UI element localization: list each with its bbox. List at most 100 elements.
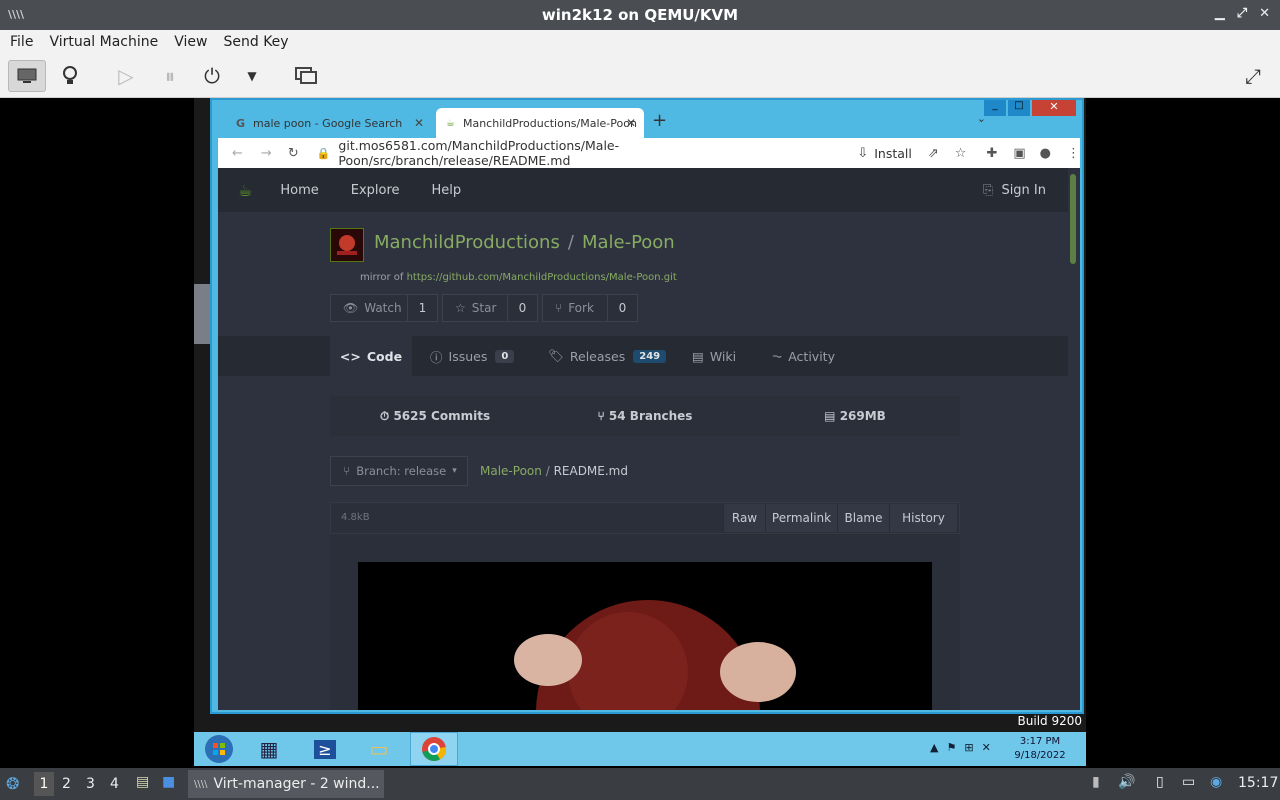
history-button[interactable]: History bbox=[889, 504, 957, 532]
tab-code[interactable]: <> Code bbox=[330, 336, 412, 376]
powershell-button[interactable]: ≥ bbox=[304, 732, 346, 766]
watch-button[interactable]: 👁 Watch 1 bbox=[330, 294, 438, 322]
screen-icon[interactable]: ▭ bbox=[1182, 774, 1195, 790]
tab-wiki[interactable]: ▤ Wiki bbox=[692, 336, 736, 376]
nav-signin[interactable]: Sign In bbox=[1001, 183, 1046, 198]
permalink-button[interactable]: Permalink bbox=[765, 504, 837, 532]
shutdown-menu-button[interactable]: ▼ bbox=[238, 60, 266, 92]
back-icon[interactable]: ← bbox=[232, 146, 243, 161]
breadcrumb-repo[interactable]: Male-Poon bbox=[480, 464, 542, 478]
profile-icon[interactable]: ● bbox=[1040, 146, 1051, 161]
tab-gitea[interactable]: ☕ ManchildProductions/Male-Poon ✕ bbox=[436, 108, 644, 138]
close-tab-icon[interactable]: ✕ bbox=[626, 116, 636, 130]
workspace-3[interactable]: 3 bbox=[86, 776, 95, 792]
shutdown-button[interactable]: ⏻ bbox=[196, 60, 228, 92]
tab-search-button[interactable]: ⌄ bbox=[977, 112, 986, 125]
tab-activity[interactable]: ⏦ Activity bbox=[772, 336, 835, 376]
terminal-launcher-icon[interactable]: ▤ bbox=[136, 774, 149, 790]
close-tab-icon[interactable]: ✕ bbox=[414, 116, 424, 130]
commits-label: 5625 Commits bbox=[393, 408, 491, 423]
tab-wiki-label: Wiki bbox=[709, 348, 737, 364]
bookmark-star-icon[interactable]: ☆ bbox=[955, 146, 967, 161]
snapshot-button[interactable] bbox=[290, 60, 322, 92]
blame-button[interactable]: Blame bbox=[837, 504, 889, 532]
maximize-icon[interactable]: ⤢ bbox=[1237, 6, 1247, 21]
fork-count: 0 bbox=[607, 295, 637, 321]
repo-owner-link[interactable]: ManchildProductions bbox=[374, 232, 560, 253]
close-icon[interactable]: ✕ bbox=[1032, 100, 1076, 116]
install-button[interactable]: Install bbox=[874, 146, 912, 161]
details-button[interactable] bbox=[54, 60, 86, 92]
clipboard-icon[interactable]: ▯ bbox=[1156, 774, 1164, 790]
tab-issues[interactable]: ⓘ Issues 0 bbox=[430, 336, 515, 376]
pause-button[interactable]: ⏸ bbox=[154, 60, 186, 92]
eye-slash-icon: 👁 bbox=[343, 301, 359, 315]
menu-file[interactable]: File bbox=[10, 34, 33, 50]
close-icon[interactable]: ✕ bbox=[1259, 6, 1270, 21]
file-size: 4.8kB bbox=[341, 512, 370, 523]
workspace-1[interactable]: 1 bbox=[34, 772, 54, 796]
workspace-4[interactable]: 4 bbox=[110, 776, 119, 792]
gitea-logo-icon[interactable]: ☕ bbox=[238, 181, 252, 200]
new-tab-button[interactable]: + bbox=[652, 110, 667, 131]
nav-home[interactable]: Home bbox=[280, 183, 318, 198]
server-manager-button[interactable]: ▦ bbox=[248, 732, 290, 766]
menu-kebab-icon[interactable]: ⋮ bbox=[1067, 146, 1080, 161]
minimize-icon[interactable]: ▁ bbox=[1215, 6, 1225, 21]
sidepanel-icon[interactable]: ▣ bbox=[1013, 146, 1025, 161]
workspace-2[interactable]: 2 bbox=[62, 776, 71, 792]
console-button[interactable] bbox=[8, 60, 46, 92]
star-button[interactable]: ☆ Star 0 bbox=[442, 294, 538, 322]
repo-name-link[interactable]: Male-Poon bbox=[582, 232, 675, 253]
history-icon: ⏱ bbox=[379, 408, 394, 423]
repo-avatar bbox=[330, 228, 364, 262]
tray-expand-icon[interactable]: ▲ bbox=[930, 741, 938, 754]
flag-icon[interactable]: ⚑ bbox=[946, 741, 956, 754]
tab-google-search[interactable]: G male poon - Google Search ✕ bbox=[226, 108, 432, 138]
tab-issues-label: Issues bbox=[448, 348, 488, 364]
tab-releases[interactable]: 🏷 Releases 249 bbox=[548, 336, 667, 376]
fullscreen-icon: ⤢ bbox=[1245, 64, 1261, 88]
commits-stat[interactable]: ⏱ 5625 Commits bbox=[330, 409, 540, 424]
fullscreen-button[interactable]: ⤢ bbox=[1236, 60, 1270, 92]
raw-button[interactable]: Raw bbox=[723, 504, 765, 532]
forward-icon[interactable]: → bbox=[261, 146, 272, 161]
scrollbar-thumb[interactable] bbox=[1070, 174, 1076, 264]
file-explorer-button[interactable]: ▭ bbox=[358, 732, 400, 766]
extensions-icon[interactable]: ✚ bbox=[986, 146, 997, 161]
taskbar-virt-manager[interactable]: \\\\ Virt-manager - 2 wind... bbox=[188, 770, 384, 798]
app-logo-icon: \\\\ bbox=[8, 8, 25, 21]
mirror-link[interactable]: https://github.com/ManchildProductions/M… bbox=[407, 272, 677, 283]
maximize-icon[interactable]: □ bbox=[1008, 100, 1030, 116]
chrome-taskbar-button[interactable] bbox=[410, 732, 458, 766]
menu-view[interactable]: View bbox=[174, 34, 207, 50]
distro-menu-icon[interactable]: ❂ bbox=[6, 774, 19, 793]
nav-help[interactable]: Help bbox=[432, 183, 462, 198]
branch-dropdown[interactable]: ⑂ Branch: release ▾ bbox=[330, 456, 468, 486]
share-icon[interactable]: ⇗ bbox=[928, 146, 939, 161]
install-icon: ⇩ bbox=[857, 145, 869, 161]
fork-button[interactable]: ⑂ Fork 0 bbox=[542, 294, 638, 322]
guest-clock[interactable]: 3:17 PM 9/18/2022 bbox=[1014, 735, 1066, 763]
start-button[interactable] bbox=[198, 732, 240, 766]
update-icon[interactable]: ◉ bbox=[1210, 774, 1222, 790]
code-icon: <> bbox=[339, 348, 361, 364]
repo-tabs: <> Code ⓘ Issues 0 🏷 Releases 249 ▤ Wiki ⏦ Acti… bbox=[218, 336, 1068, 376]
menu-virtual-machine[interactable]: Virtual Machine bbox=[49, 34, 158, 50]
volume-icon[interactable]: 🔊 bbox=[1118, 774, 1135, 790]
notes-icon[interactable]: ▮ bbox=[1092, 774, 1100, 790]
branches-stat[interactable]: ⑂ 54 Branches bbox=[540, 409, 750, 423]
network-icon[interactable]: ⊞ bbox=[964, 741, 973, 754]
menu-send-key[interactable]: Send Key bbox=[223, 34, 288, 50]
chrome-icon bbox=[422, 737, 447, 761]
nav-explore[interactable]: Explore bbox=[351, 183, 400, 198]
window-title: win2k12 on QEMU/KVM bbox=[541, 6, 739, 24]
google-icon: G bbox=[236, 116, 246, 130]
host-clock[interactable]: 15:17 bbox=[1238, 775, 1278, 791]
browser-launcher-icon[interactable]: ■ bbox=[162, 774, 175, 790]
minimize-icon[interactable]: _ bbox=[984, 100, 1006, 116]
reload-icon[interactable]: ↻ bbox=[288, 146, 299, 161]
run-button[interactable]: ▷ bbox=[110, 60, 142, 92]
url-input[interactable]: git.mos6581.com/ManchildProductions/Male… bbox=[338, 138, 811, 168]
volume-muted-icon[interactable]: ✕ bbox=[982, 741, 991, 754]
